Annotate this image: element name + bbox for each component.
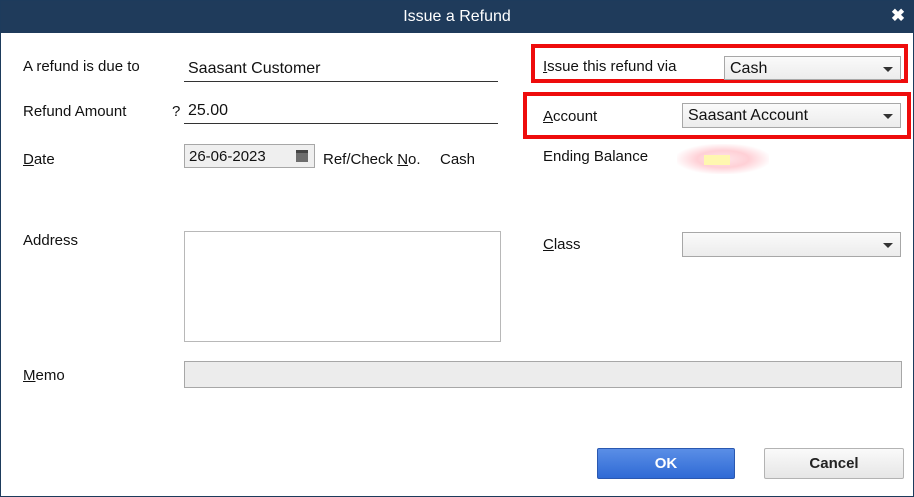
class-dropdown[interactable] — [682, 232, 901, 257]
calendar-icon[interactable] — [296, 150, 308, 162]
issue-via-dropdown[interactable]: Cash — [724, 56, 901, 80]
ok-button[interactable]: OK — [597, 448, 735, 479]
class-label: Class — [543, 236, 581, 253]
account-label: Account — [543, 108, 598, 125]
date-field[interactable]: 26-06-2023 — [184, 144, 315, 168]
address-label: Address — [23, 232, 79, 249]
issue-via-label: Issue this refund via — [543, 58, 677, 75]
window-title: Issue a Refund — [403, 8, 511, 25]
ref-check-label: Ref/Check No. — [323, 151, 421, 168]
chevron-down-icon — [883, 67, 893, 72]
memo-field[interactable] — [184, 361, 902, 388]
issue-via-value: Cash — [730, 60, 768, 77]
refund-due-to-label: A refund is due to — [23, 58, 140, 75]
account-dropdown[interactable]: Saasant Account — [682, 103, 901, 128]
ending-balance-value — [677, 144, 769, 174]
address-box[interactable] — [184, 231, 501, 342]
cancel-button[interactable]: Cancel — [764, 448, 904, 479]
date-label: Date — [23, 151, 55, 168]
date-value: 26-06-2023 — [189, 148, 266, 165]
ending-balance-label: Ending Balance — [543, 148, 649, 165]
account-value: Saasant Account — [688, 107, 809, 124]
refund-amount-field[interactable]: 25.00 — [184, 99, 498, 124]
close-icon[interactable]: ✖ — [889, 7, 907, 25]
title-bar: Issue a Refund ✖ — [1, 1, 913, 33]
refund-amount-label: Refund Amount — [23, 103, 127, 120]
chevron-down-icon — [883, 114, 893, 119]
ref-check-value[interactable]: Cash — [440, 151, 475, 168]
currency-symbol: ? — [172, 103, 181, 120]
customer-field[interactable]: Saasant Customer — [184, 57, 498, 82]
refund-dialog: Issue a Refund ✖ A refund is due to Saas… — [0, 0, 914, 497]
memo-label: Memo — [23, 367, 65, 384]
chevron-down-icon — [883, 243, 893, 248]
